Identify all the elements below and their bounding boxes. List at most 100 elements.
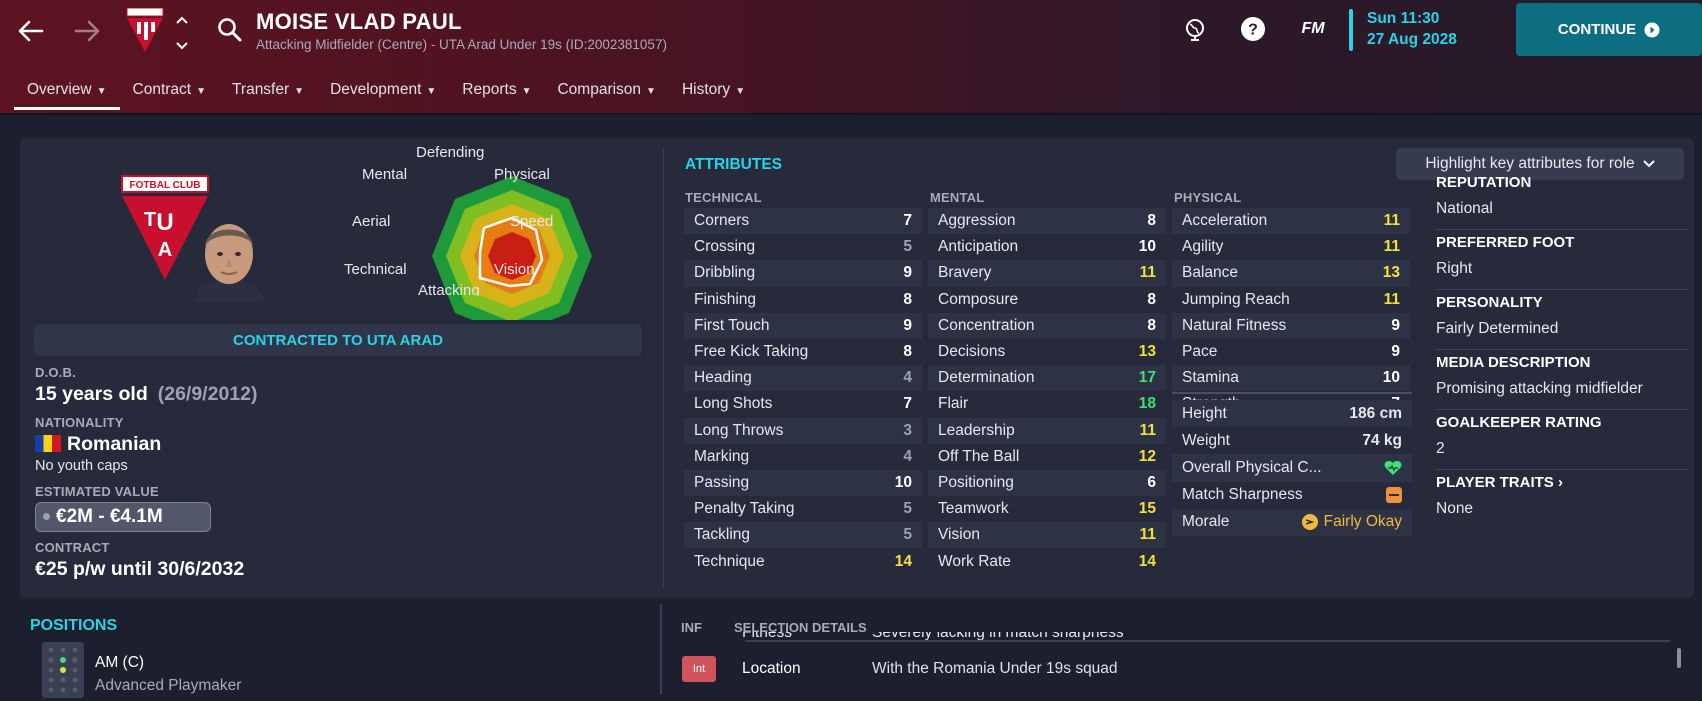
attribute-row-aggression[interactable]: Aggression 8 <box>928 208 1166 235</box>
international-badge: Int <box>682 656 716 682</box>
attribute-row-acceleration[interactable]: Acceleration 11 <box>1172 208 1410 235</box>
attribute-name: Tackling <box>694 526 750 544</box>
attribute-row-vision[interactable]: Vision 11 <box>928 522 1166 549</box>
radar-label-vision: Vision <box>494 261 535 278</box>
match-sharpness-row[interactable]: Match Sharpness <box>1172 482 1412 509</box>
attribute-row-dribbling[interactable]: Dribbling 9 <box>684 260 922 287</box>
player-subtitle: Attacking Midfielder (Centre) - UTA Arad… <box>256 37 667 52</box>
tab-contract[interactable]: Contract ▼ <box>120 72 220 108</box>
attribute-row-work-rate[interactable]: Work Rate 14 <box>928 548 1166 574</box>
mental-header: MENTAL <box>930 190 985 205</box>
club-badge-icon[interactable] <box>124 8 166 54</box>
tab-overview[interactable]: Overview ▼ <box>14 72 120 110</box>
club-switch-chevrons[interactable] <box>172 16 192 50</box>
attribute-row-pace[interactable]: Pace 9 <box>1172 339 1410 365</box>
radar-label-technical: Technical <box>344 261 407 278</box>
attribute-value: 11 <box>1383 212 1400 230</box>
player-name: MOISE VLAD PAUL <box>256 9 462 34</box>
date-day[interactable]: 27 Aug 2028 <box>1367 31 1457 49</box>
attribute-row-natural-fitness[interactable]: Natural Fitness 9 <box>1172 312 1410 339</box>
tab-development[interactable]: Development ▼ <box>317 72 449 108</box>
date-time[interactable]: Sun 11:30 <box>1367 10 1439 28</box>
attribute-row-balance[interactable]: Balance 13 <box>1172 260 1410 287</box>
attribute-row-flair[interactable]: Flair 18 <box>928 391 1166 417</box>
sharpness-indicator-icon <box>1386 487 1402 504</box>
attribute-row-crossing[interactable]: Crossing 5 <box>684 234 922 260</box>
attribute-value: 18 <box>1138 395 1156 413</box>
preferred-foot-label: PREFERRED FOOT <box>1436 234 1575 251</box>
help-icon[interactable]: ? <box>1238 14 1268 44</box>
attribute-name: Marking <box>694 447 750 465</box>
attribute-value: 10 <box>894 473 912 491</box>
morale-row[interactable]: Morale Fairly Okay <box>1172 508 1412 536</box>
attribute-name: Heading <box>694 369 752 387</box>
search-icon[interactable] <box>216 16 244 44</box>
attribute-value: 9 <box>1391 343 1400 361</box>
radar-label-physical: Physical <box>494 166 550 183</box>
attribute-value: 14 <box>1138 552 1156 570</box>
attribute-name: Positioning <box>938 473 1014 491</box>
globe-icon[interactable] <box>1180 14 1210 44</box>
attribute-row-decisions[interactable]: Decisions 13 <box>928 339 1166 365</box>
location-label: Location <box>742 660 801 677</box>
attribute-row-jumping-reach[interactable]: Jumping Reach 11 <box>1172 287 1410 313</box>
attribute-row-determination[interactable]: Determination 17 <box>928 365 1166 392</box>
tab-comparison[interactable]: Comparison ▼ <box>544 72 668 108</box>
attribute-value: 11 <box>1139 264 1156 282</box>
forward-arrow-icon[interactable] <box>70 14 104 48</box>
tab-transfer[interactable]: Transfer ▼ <box>219 72 317 108</box>
mental-attributes: Aggression 8 Anticipation 10 Bravery 11 Compos… <box>928 208 1166 575</box>
attribute-row-corners[interactable]: Corners 7 <box>684 208 922 235</box>
back-arrow-icon[interactable] <box>14 14 48 48</box>
attribute-value: 10 <box>1138 238 1156 256</box>
attribute-value: 11 <box>1383 290 1400 308</box>
scrollbar-thumb[interactable] <box>1677 648 1681 668</box>
attribute-row-marking[interactable]: Marking 4 <box>684 444 922 470</box>
attribute-row-stamina[interactable]: Stamina 10 <box>1172 365 1410 392</box>
goalkeeper-rating-value: 2 <box>1436 436 1688 470</box>
attribute-row-teamwork[interactable]: Teamwork 15 <box>928 496 1166 522</box>
attribute-row-first-touch[interactable]: First Touch 9 <box>684 312 922 339</box>
attribute-row-technique[interactable]: Technique 14 <box>684 548 922 574</box>
attribute-row-leadership[interactable]: Leadership 11 <box>928 417 1166 444</box>
nationality-value[interactable]: Romanian <box>35 433 161 456</box>
attribute-row-positioning[interactable]: Positioning 6 <box>928 469 1166 497</box>
attribute-row-heading[interactable]: Heading 4 <box>684 365 922 392</box>
attribute-row-finishing[interactable]: Finishing 8 <box>684 287 922 313</box>
attribute-row-concentration[interactable]: Concentration 8 <box>928 312 1166 339</box>
chevron-down-icon: ▼ <box>521 86 532 97</box>
attribute-row-off-the-ball[interactable]: Off The Ball 12 <box>928 444 1166 470</box>
value-label: ESTIMATED VALUE <box>35 484 159 499</box>
physical-attributes: Acceleration 11 Agility 11 Balance 13 Jumping … <box>1172 208 1410 418</box>
continue-button[interactable]: CONTINUE <box>1516 3 1702 56</box>
attribute-row-long-throws[interactable]: Long Throws 3 <box>684 417 922 444</box>
attribute-row-passing[interactable]: Passing 10 <box>684 469 922 497</box>
attribute-row-tackling[interactable]: Tackling 5 <box>684 522 922 549</box>
physical-condition-row[interactable]: Overall Physical C... <box>1172 454 1412 482</box>
tab-reports[interactable]: Reports ▼ <box>449 72 544 108</box>
attribute-value: 6 <box>1147 473 1156 491</box>
attribute-row-anticipation[interactable]: Anticipation 10 <box>928 234 1166 260</box>
attribute-value: 13 <box>1138 343 1156 361</box>
chevron-down-icon: ▼ <box>426 86 437 97</box>
romania-flag-icon <box>35 435 61 452</box>
attribute-row-agility[interactable]: Agility 11 <box>1172 234 1410 260</box>
positions-title: POSITIONS <box>30 617 118 634</box>
fm-logo-icon[interactable]: FM <box>1298 14 1328 44</box>
attribute-name: Natural Fitness <box>1182 316 1287 334</box>
attribute-name: Work Rate <box>938 552 1011 570</box>
tab-history[interactable]: History ▼ <box>669 72 758 108</box>
player-traits-link[interactable]: PLAYER TRAITS › <box>1436 474 1688 496</box>
attribute-name: Technique <box>694 552 765 570</box>
attribute-value: 8 <box>1147 212 1156 230</box>
preferred-foot-value: Right <box>1436 256 1688 290</box>
attribute-row-bravery[interactable]: Bravery 11 <box>928 260 1166 287</box>
attribute-row-long-shots[interactable]: Long Shots 7 <box>684 391 922 417</box>
bottom-divider <box>660 604 662 694</box>
physical-separator <box>1172 392 1412 394</box>
attribute-row-free-kick-taking[interactable]: Free Kick Taking 8 <box>684 339 922 365</box>
attribute-row-composure[interactable]: Composure 8 <box>928 287 1166 313</box>
attribute-value: 4 <box>903 369 912 387</box>
attribute-value: 4 <box>903 447 912 465</box>
attribute-row-penalty-taking[interactable]: Penalty Taking 5 <box>684 496 922 522</box>
